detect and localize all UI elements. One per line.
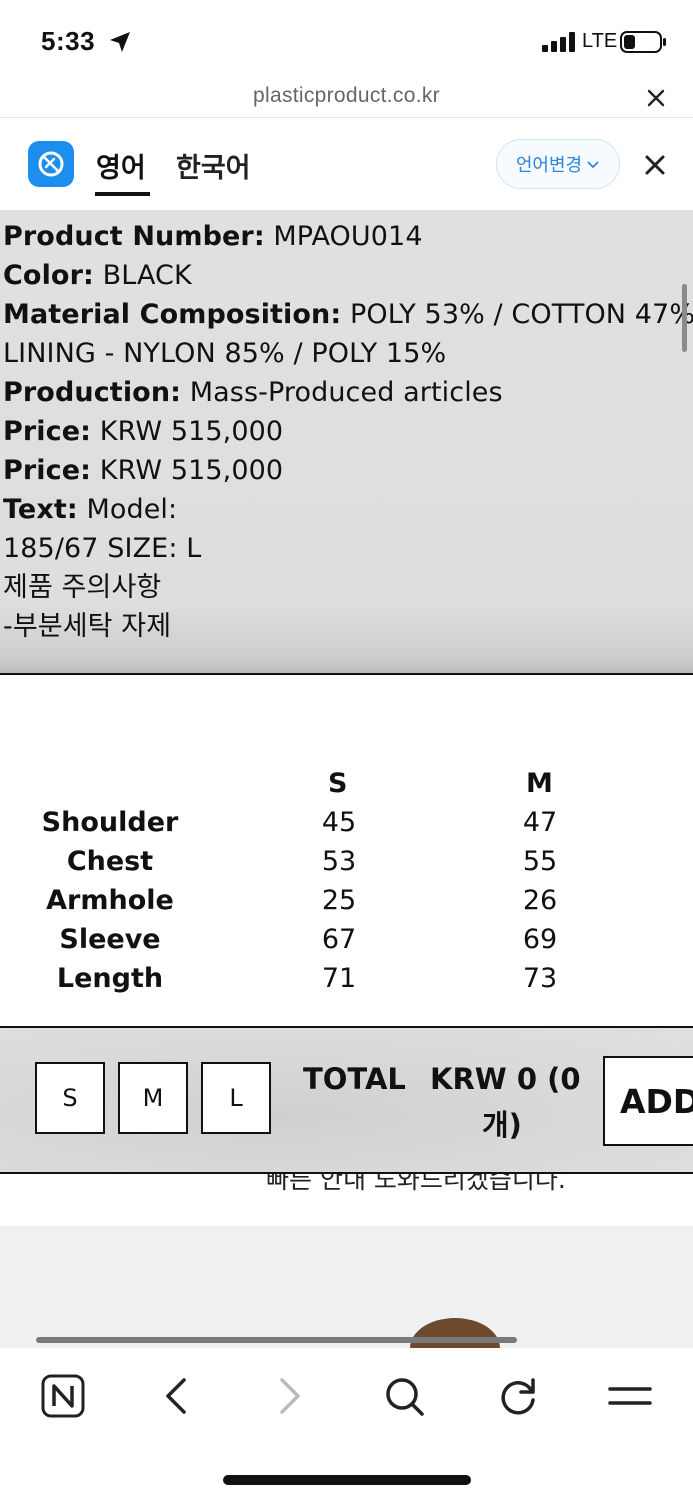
info-line: -부분세탁 자제: [3, 611, 172, 642]
horizontal-scrollbar[interactable]: [36, 1337, 517, 1343]
size-col-header: M: [526, 768, 553, 799]
size-cell: 47: [522, 807, 558, 838]
size-row-label: Length: [56, 963, 164, 994]
info-line: Production: Mass-Produced articles: [3, 377, 503, 408]
size-col-header: S: [328, 768, 348, 799]
size-cell: 67: [321, 924, 357, 955]
chevron-down-icon: [587, 161, 599, 169]
product-photo[interactable]: [0, 1226, 693, 1348]
model-image-fragment: [410, 1318, 500, 1348]
total-amount-count: 개): [482, 1108, 522, 1142]
page-text-area: 빠른 안내 도와드리겠습니다.: [0, 1174, 693, 1226]
add-button[interactable]: ADD: [603, 1056, 693, 1146]
size-option-s[interactable]: S: [35, 1062, 105, 1134]
reload-icon[interactable]: [494, 1372, 542, 1420]
info-line: Price: KRW 515,000: [3, 416, 284, 447]
partial-text-line: 빠른 안내 도와드리겠습니다.: [266, 1174, 566, 1194]
info-line: 제품 주의사항: [3, 572, 162, 603]
info-line: Product Number: MPAOU014: [3, 221, 423, 252]
total-amount: KRW 0 (0: [430, 1062, 581, 1096]
size-cell: 26: [522, 885, 558, 916]
purchase-bar: S M L TOTAL KRW 0 (0 개) ADD: [0, 1026, 693, 1174]
menu-icon[interactable]: [606, 1372, 654, 1420]
info-line: 185/67 SIZE: L: [3, 533, 202, 564]
url-bar[interactable]: plasticproduct.co.kr: [0, 78, 693, 118]
tab-source-language[interactable]: 영어: [96, 146, 146, 185]
active-tab-indicator: [95, 192, 150, 196]
translate-bar: 영어 한국어 언어변경: [0, 118, 693, 210]
search-icon[interactable]: [380, 1372, 428, 1420]
size-row-label: Chest: [66, 846, 154, 877]
signal-bars-icon: [542, 32, 575, 52]
naver-icon[interactable]: [39, 1372, 87, 1420]
info-line: LINING - NYLON 85% / POLY 15%: [3, 338, 447, 369]
close-icon[interactable]: [642, 84, 670, 112]
size-cell: 69: [522, 924, 558, 955]
network-type: LTE: [582, 30, 618, 52]
change-language-label: 언어변경: [515, 155, 583, 176]
size-option-m[interactable]: M: [118, 1062, 188, 1134]
size-cell: 55: [522, 846, 558, 877]
change-language-button[interactable]: 언어변경: [496, 139, 620, 189]
size-cell: 25: [321, 885, 357, 916]
back-icon[interactable]: [152, 1372, 200, 1420]
info-line: Material Composition: POLY 53% / COTTON …: [3, 299, 693, 330]
size-table: S M Shoulder 45 47 Chest 53 55 Armhole 2…: [0, 676, 693, 1026]
home-indicator[interactable]: [223, 1475, 471, 1485]
translator-logo-icon[interactable]: [28, 141, 74, 187]
size-cell: 71: [321, 963, 357, 994]
url-text[interactable]: plasticproduct.co.kr: [0, 84, 693, 108]
status-bar: 5:33 LTE: [0, 0, 693, 78]
size-row-label: Sleeve: [59, 924, 161, 955]
status-time: 5:33: [41, 26, 96, 56]
size-row-label: Armhole: [46, 885, 174, 916]
info-line: Price: KRW 515,000: [3, 455, 284, 486]
location-arrow-icon: [110, 32, 130, 52]
tab-target-language[interactable]: 한국어: [176, 146, 251, 185]
size-cell: 53: [321, 846, 357, 877]
size-option-l[interactable]: L: [201, 1062, 271, 1134]
total-label: TOTAL: [303, 1062, 406, 1096]
size-cell: 45: [321, 807, 357, 838]
product-info-panel: Product Number: MPAOU014 Color: BLACK Ma…: [0, 210, 693, 675]
size-row-label: Shoulder: [41, 807, 179, 838]
close-translate-icon[interactable]: [642, 152, 668, 178]
forward-icon[interactable]: [266, 1372, 314, 1420]
info-line: Color: BLACK: [3, 260, 192, 291]
size-cell: 73: [522, 963, 558, 994]
battery-icon: [620, 31, 666, 53]
panel-scrollbar[interactable]: [682, 284, 687, 352]
info-line: Text: Model:: [3, 494, 178, 525]
